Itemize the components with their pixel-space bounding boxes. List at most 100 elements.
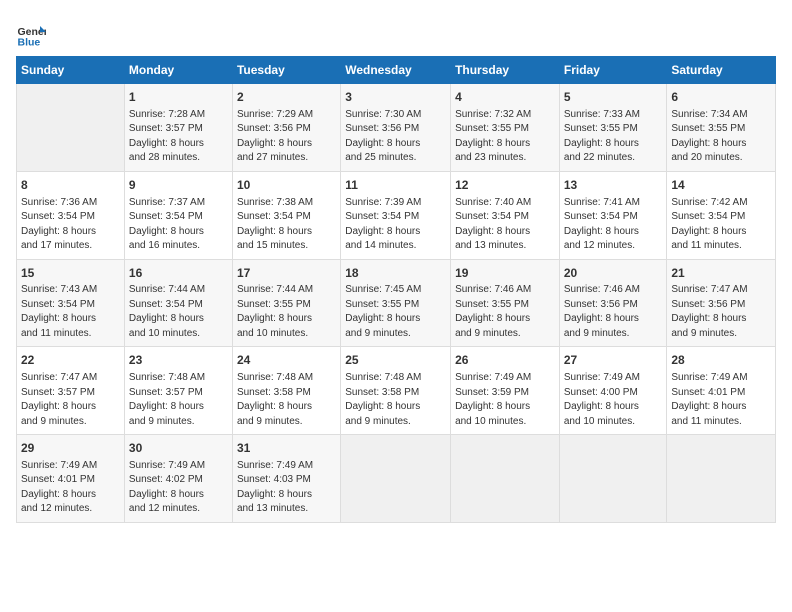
calendar-cell: 9 Sunrise: 7:37 AMSunset: 3:54 PMDaylight… xyxy=(124,171,232,259)
day-number: 12 xyxy=(455,177,555,194)
day-number: 1 xyxy=(129,89,228,106)
day-info: Sunrise: 7:40 AMSunset: 3:54 PMDaylight:… xyxy=(455,196,555,254)
day-number: 17 xyxy=(237,265,336,282)
svg-text:Blue: Blue xyxy=(18,37,41,49)
col-header-tuesday: Tuesday xyxy=(232,57,340,84)
calendar-cell: 3 Sunrise: 7:30 AMSunset: 3:56 PMDaylight… xyxy=(341,84,451,172)
day-number: 13 xyxy=(564,177,663,194)
day-info: Sunrise: 7:48 AMSunset: 3:58 PMDaylight:… xyxy=(345,371,446,429)
week-row-1: 1 Sunrise: 7:28 AMSunset: 3:57 PMDaylight… xyxy=(17,84,776,172)
day-info: Sunrise: 7:49 AMSunset: 4:03 PMDaylight:… xyxy=(237,459,336,517)
day-info: Sunrise: 7:32 AMSunset: 3:55 PMDaylight:… xyxy=(455,108,555,166)
calendar-table: SundayMondayTuesdayWednesdayThursdayFrid… xyxy=(16,56,776,523)
day-number: 31 xyxy=(237,440,336,457)
calendar-cell xyxy=(667,435,776,523)
calendar-cell: 30Sunrise: 7:49 AMSunset: 4:02 PMDayligh… xyxy=(124,435,232,523)
col-header-monday: Monday xyxy=(124,57,232,84)
day-number: 23 xyxy=(129,352,228,369)
day-number: 6 xyxy=(671,89,771,106)
day-number: 22 xyxy=(21,352,120,369)
day-info: Sunrise: 7:29 AMSunset: 3:56 PMDaylight:… xyxy=(237,108,336,166)
calendar-cell: 23 Sunrise: 7:48 AMSunset: 3:57 PMDayligh… xyxy=(124,347,232,435)
calendar-cell: 2 Sunrise: 7:29 AMSunset: 3:56 PMDaylight… xyxy=(232,84,340,172)
day-number: 3 xyxy=(345,89,446,106)
calendar-cell: 19Sunrise: 7:46 AMSunset: 3:55 PMDayligh… xyxy=(451,259,560,347)
col-header-saturday: Saturday xyxy=(667,57,776,84)
calendar-body: 1 Sunrise: 7:28 AMSunset: 3:57 PMDaylight… xyxy=(17,84,776,523)
calendar-header: SundayMondayTuesdayWednesdayThursdayFrid… xyxy=(17,57,776,84)
day-number: 26 xyxy=(455,352,555,369)
calendar-cell xyxy=(341,435,451,523)
day-info: Sunrise: 7:48 AMSunset: 3:57 PMDaylight:… xyxy=(129,371,228,429)
col-header-wednesday: Wednesday xyxy=(341,57,451,84)
calendar-cell: 4 Sunrise: 7:32 AMSunset: 3:55 PMDaylight… xyxy=(451,84,560,172)
day-number: 15 xyxy=(21,265,120,282)
calendar-cell: 26 Sunrise: 7:49 AMSunset: 3:59 PMDayligh… xyxy=(451,347,560,435)
day-info: Sunrise: 7:46 AMSunset: 3:56 PMDaylight:… xyxy=(564,283,663,341)
day-info: Sunrise: 7:44 AMSunset: 3:55 PMDaylight:… xyxy=(237,283,336,341)
day-number: 2 xyxy=(237,89,336,106)
day-info: Sunrise: 7:28 AMSunset: 3:57 PMDaylight:… xyxy=(129,108,228,166)
week-row-5: 29 Sunrise: 7:49 AMSunset: 4:01 PMDayligh… xyxy=(17,435,776,523)
day-number: 19 xyxy=(455,265,555,282)
calendar-cell xyxy=(17,84,125,172)
day-info: Sunrise: 7:39 AMSunset: 3:54 PMDaylight:… xyxy=(345,196,446,254)
logo: General Blue xyxy=(16,20,46,50)
calendar-cell: 20Sunrise: 7:46 AMSunset: 3:56 PMDayligh… xyxy=(559,259,667,347)
day-number: 27 xyxy=(564,352,663,369)
day-info: Sunrise: 7:30 AMSunset: 3:56 PMDaylight:… xyxy=(345,108,446,166)
day-info: Sunrise: 7:45 AMSunset: 3:55 PMDaylight:… xyxy=(345,283,446,341)
calendar-cell: 15Sunrise: 7:43 AMSunset: 3:54 PMDayligh… xyxy=(17,259,125,347)
day-info: Sunrise: 7:49 AMSunset: 4:01 PMDaylight:… xyxy=(21,459,120,517)
calendar-cell: 11 Sunrise: 7:39 AMSunset: 3:54 PMDayligh… xyxy=(341,171,451,259)
logo-icon: General Blue xyxy=(16,20,46,50)
day-number: 4 xyxy=(455,89,555,106)
week-row-2: 8Sunrise: 7:36 AMSunset: 3:54 PMDaylight… xyxy=(17,171,776,259)
day-number: 20 xyxy=(564,265,663,282)
day-number: 21 xyxy=(671,265,771,282)
day-info: Sunrise: 7:43 AMSunset: 3:54 PMDaylight:… xyxy=(21,283,120,341)
col-header-sunday: Sunday xyxy=(17,57,125,84)
day-info: Sunrise: 7:33 AMSunset: 3:55 PMDaylight:… xyxy=(564,108,663,166)
calendar-cell: 24 Sunrise: 7:48 AMSunset: 3:58 PMDayligh… xyxy=(232,347,340,435)
day-number: 18 xyxy=(345,265,446,282)
day-number: 28 xyxy=(671,352,771,369)
page-header: General Blue xyxy=(16,16,776,50)
calendar-cell: 1 Sunrise: 7:28 AMSunset: 3:57 PMDaylight… xyxy=(124,84,232,172)
calendar-cell xyxy=(451,435,560,523)
day-number: 24 xyxy=(237,352,336,369)
day-info: Sunrise: 7:34 AMSunset: 3:55 PMDaylight:… xyxy=(671,108,771,166)
calendar-cell: 6 Sunrise: 7:34 AMSunset: 3:55 PMDaylight… xyxy=(667,84,776,172)
day-number: 5 xyxy=(564,89,663,106)
week-row-3: 15Sunrise: 7:43 AMSunset: 3:54 PMDayligh… xyxy=(17,259,776,347)
calendar-cell: 17Sunrise: 7:44 AMSunset: 3:55 PMDayligh… xyxy=(232,259,340,347)
calendar-cell: 5 Sunrise: 7:33 AMSunset: 3:55 PMDaylight… xyxy=(559,84,667,172)
day-info: Sunrise: 7:49 AMSunset: 4:00 PMDaylight:… xyxy=(564,371,663,429)
day-info: Sunrise: 7:49 AMSunset: 4:01 PMDaylight:… xyxy=(671,371,771,429)
day-number: 8 xyxy=(21,177,120,194)
calendar-cell: 16Sunrise: 7:44 AMSunset: 3:54 PMDayligh… xyxy=(124,259,232,347)
day-number: 9 xyxy=(129,177,228,194)
day-info: Sunrise: 7:47 AMSunset: 3:56 PMDaylight:… xyxy=(671,283,771,341)
calendar-cell: 21Sunrise: 7:47 AMSunset: 3:56 PMDayligh… xyxy=(667,259,776,347)
day-info: Sunrise: 7:38 AMSunset: 3:54 PMDaylight:… xyxy=(237,196,336,254)
day-info: Sunrise: 7:37 AMSunset: 3:54 PMDaylight:… xyxy=(129,196,228,254)
day-number: 16 xyxy=(129,265,228,282)
day-info: Sunrise: 7:44 AMSunset: 3:54 PMDaylight:… xyxy=(129,283,228,341)
calendar-cell: 13 Sunrise: 7:41 AMSunset: 3:54 PMDayligh… xyxy=(559,171,667,259)
calendar-cell: 14Sunrise: 7:42 AMSunset: 3:54 PMDayligh… xyxy=(667,171,776,259)
header-row: SundayMondayTuesdayWednesdayThursdayFrid… xyxy=(17,57,776,84)
calendar-cell: 31 Sunrise: 7:49 AMSunset: 4:03 PMDayligh… xyxy=(232,435,340,523)
day-info: Sunrise: 7:41 AMSunset: 3:54 PMDaylight:… xyxy=(564,196,663,254)
day-number: 11 xyxy=(345,177,446,194)
day-info: Sunrise: 7:48 AMSunset: 3:58 PMDaylight:… xyxy=(237,371,336,429)
day-info: Sunrise: 7:49 AMSunset: 3:59 PMDaylight:… xyxy=(455,371,555,429)
calendar-cell: 28 Sunrise: 7:49 AMSunset: 4:01 PMDayligh… xyxy=(667,347,776,435)
calendar-cell: 12 Sunrise: 7:40 AMSunset: 3:54 PMDayligh… xyxy=(451,171,560,259)
day-number: 10 xyxy=(237,177,336,194)
col-header-thursday: Thursday xyxy=(451,57,560,84)
day-info: Sunrise: 7:46 AMSunset: 3:55 PMDaylight:… xyxy=(455,283,555,341)
calendar-cell: 10 Sunrise: 7:38 AMSunset: 3:54 PMDayligh… xyxy=(232,171,340,259)
calendar-cell: 27 Sunrise: 7:49 AMSunset: 4:00 PMDayligh… xyxy=(559,347,667,435)
day-number: 29 xyxy=(21,440,120,457)
